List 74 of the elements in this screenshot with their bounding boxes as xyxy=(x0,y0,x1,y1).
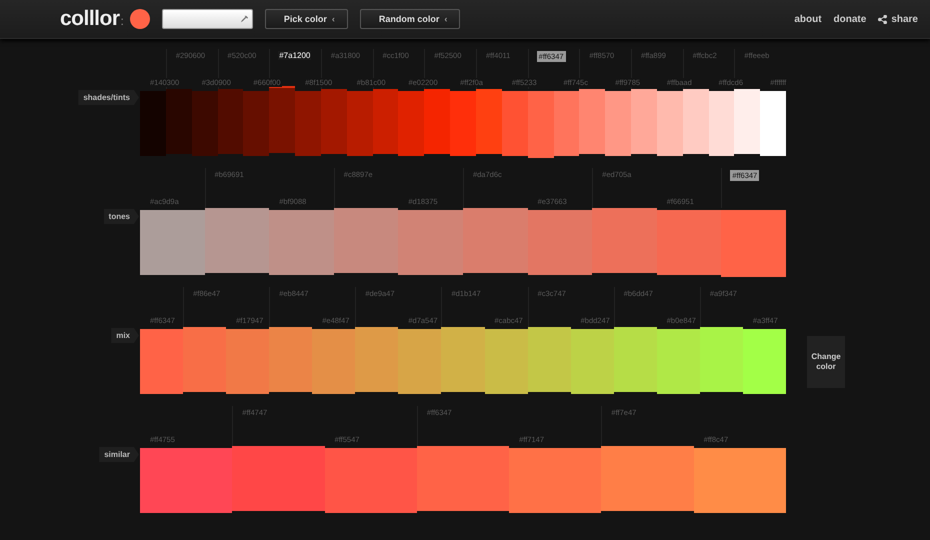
nav-link[interactable]: donate xyxy=(834,14,866,24)
color-swatch[interactable] xyxy=(324,448,417,513)
color-swatch[interactable] xyxy=(218,89,244,154)
color-swatch[interactable] xyxy=(570,329,614,394)
color-swatch[interactable] xyxy=(204,208,270,273)
color-swatch[interactable] xyxy=(416,446,510,511)
eyedropper-icon[interactable] xyxy=(240,14,249,24)
color-swatch[interactable] xyxy=(528,327,571,392)
color-swatch[interactable] xyxy=(760,91,786,156)
logo-dot xyxy=(130,9,150,29)
color-swatch[interactable] xyxy=(232,446,325,511)
color-swatch[interactable] xyxy=(140,210,205,275)
color-swatch[interactable] xyxy=(708,91,734,156)
color-swatch[interactable] xyxy=(721,210,786,277)
color-swatch[interactable] xyxy=(476,89,502,154)
color-swatch[interactable] xyxy=(269,210,334,275)
color-swatch[interactable] xyxy=(528,210,592,275)
color-swatch[interactable] xyxy=(295,91,321,156)
color-swatch[interactable] xyxy=(484,329,528,394)
color-swatch[interactable] xyxy=(346,91,373,156)
color-swatch[interactable] xyxy=(166,89,192,154)
color-swatch[interactable] xyxy=(355,327,398,392)
color-swatch[interactable] xyxy=(601,446,694,511)
logo-mark: : xyxy=(120,14,124,28)
color-swatch[interactable] xyxy=(441,327,484,392)
color-swatch[interactable] xyxy=(320,89,347,154)
share-link[interactable]: share xyxy=(878,14,918,24)
toolbar-button[interactable]: Random color ‹ xyxy=(360,9,460,29)
share-icon xyxy=(878,14,888,24)
color-swatch[interactable] xyxy=(312,329,356,394)
color-swatch[interactable] xyxy=(656,210,722,275)
color-swatch[interactable] xyxy=(183,327,226,392)
color-swatch[interactable] xyxy=(140,329,184,394)
color-swatch[interactable] xyxy=(192,91,218,156)
color-swatch[interactable] xyxy=(140,448,232,513)
color-swatch[interactable] xyxy=(656,329,700,394)
color-swatch[interactable] xyxy=(140,91,166,156)
color-swatch[interactable] xyxy=(398,91,424,156)
toolbar-button[interactable]: Pick color ‹ xyxy=(264,9,348,29)
row-label: similar xyxy=(99,447,139,462)
color-swatch[interactable] xyxy=(656,91,683,156)
color-swatch[interactable] xyxy=(592,208,657,273)
change-color-button[interactable]: Change color xyxy=(807,336,845,388)
color-swatch[interactable] xyxy=(700,327,743,392)
color-swatch[interactable] xyxy=(269,327,312,392)
color-swatch[interactable] xyxy=(631,89,657,154)
color-swatch[interactable] xyxy=(424,89,450,154)
color-input-field[interactable] xyxy=(162,9,253,29)
color-swatch[interactable] xyxy=(605,91,632,156)
color-swatch[interactable] xyxy=(554,91,580,156)
color-swatch[interactable] xyxy=(398,329,442,394)
color-swatch[interactable] xyxy=(398,210,463,275)
color-swatch[interactable] xyxy=(742,329,786,394)
color-swatch[interactable] xyxy=(579,89,606,154)
color-swatch[interactable] xyxy=(694,448,786,513)
color-swatch[interactable] xyxy=(502,91,528,156)
row-label: tones xyxy=(104,209,139,224)
row-label: shades/tints xyxy=(78,90,139,105)
hex-label: #7a1200 xyxy=(278,51,312,60)
color-swatch[interactable] xyxy=(243,91,270,156)
color-swatch[interactable] xyxy=(462,208,528,273)
row-label: mix xyxy=(111,328,139,343)
color-swatch[interactable] xyxy=(269,86,296,153)
color-swatch[interactable] xyxy=(372,89,398,154)
nav-link[interactable]: about xyxy=(794,14,822,24)
color-swatch[interactable] xyxy=(226,329,270,394)
color-swatch[interactable] xyxy=(509,448,602,513)
color-swatch[interactable] xyxy=(450,91,476,156)
color-swatch[interactable] xyxy=(528,91,554,158)
logo[interactable]: colllor xyxy=(60,7,120,31)
color-swatch[interactable] xyxy=(734,89,760,154)
color-swatch[interactable] xyxy=(334,208,398,273)
color-swatch[interactable] xyxy=(614,327,657,392)
color-swatch[interactable] xyxy=(682,89,709,154)
